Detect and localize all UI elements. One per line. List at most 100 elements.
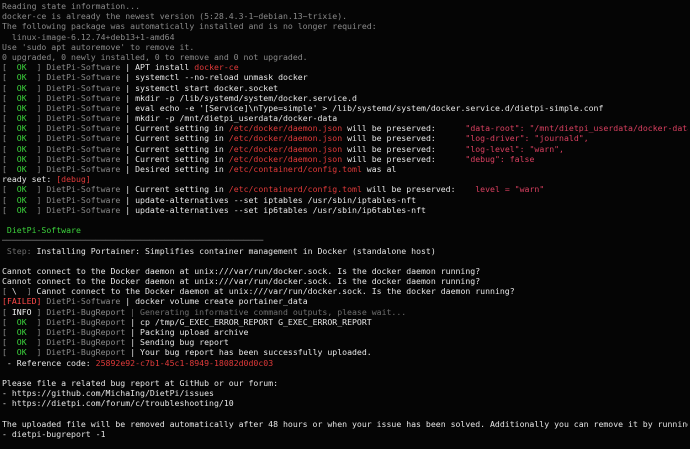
status-ok-badge: OK — [16, 72, 27, 83]
line-segment: | mkdir -p /mnt/dietpi_userdata/docker-d… — [125, 113, 338, 124]
line-segment: | Current setting in — [125, 153, 229, 164]
line-segment: level = "warn" — [475, 184, 545, 195]
line-segment: ] — [16, 286, 32, 297]
status-ok-badge: OK — [16, 347, 27, 358]
terminal-line: [ OK ] DietPi-Software | Current setting… — [2, 154, 688, 164]
line-segment: docker-ce is already the newest version … — [2, 11, 348, 22]
status-bracket: [ — [2, 337, 17, 348]
line-segment: | eval echo -e '[Service]\nType=simple' … — [125, 102, 604, 113]
line-segment: | update-alternatives --set ip6tables /u… — [125, 204, 426, 215]
line-segment: DietPi-Software — [41, 72, 126, 83]
status-bracket: [ — [2, 102, 17, 113]
status-bracket: ] — [26, 327, 42, 337]
status-bracket: ] — [26, 153, 42, 164]
terminal-line: [ OK ] DietPi-Software | mkdir -p /lib/s… — [2, 93, 688, 103]
line-segment: will be preserved: — [342, 123, 466, 134]
line-segment: DietPi-Software — [41, 123, 126, 134]
status-ok-badge: OK — [16, 113, 27, 124]
status-ok-badge: OK — [16, 194, 27, 205]
line-segment: "log-level": "warn", — [465, 143, 564, 154]
status-failed-badge: FAILED — [6, 296, 37, 307]
line-segment: | docker volume create portainer_data — [125, 296, 308, 307]
status-bracket: ] — [26, 184, 42, 195]
terminal-line: - dietpi-bugreport -1 — [2, 429, 688, 439]
terminal-line: [ OK ] DietPi-Software | APT install doc… — [2, 62, 688, 72]
terminal-line: DietPi-Software — [2, 225, 688, 235]
status-ok-badge: OK — [16, 337, 27, 348]
terminal-line: [FAILED] DietPi-Software | docker volume… — [2, 296, 688, 306]
terminal-line: [ OK ] DietPi-Software | Desired setting… — [2, 164, 688, 174]
line-segment: /etc/docker/daemon.json — [228, 143, 343, 154]
line-segment: | Current setting in — [125, 123, 229, 134]
terminal-line: 0 upgraded, 0 newly installed, 0 to remo… — [2, 52, 688, 62]
line-segment: /etc/docker/daemon.json — [228, 133, 343, 144]
line-segment: | Current setting in — [125, 143, 229, 154]
line-segment: DietPi-Software — [41, 133, 126, 144]
terminal-line: Cannot connect to the Docker daemon at u… — [2, 276, 688, 286]
terminal-line: Cannot connect to the Docker daemon at u… — [2, 266, 688, 276]
status-bracket: [ — [2, 113, 17, 124]
line-segment: Please file a related bug report at GitH… — [2, 377, 279, 388]
status-bracket: [ — [2, 123, 17, 134]
status-ok-badge: OK — [16, 164, 27, 174]
line-segment: | systemctl start docker.socket — [125, 82, 279, 93]
line-segment: /etc/docker/daemon.json — [228, 123, 343, 134]
terminal-line: [ OK ] DietPi-Software | Current setting… — [2, 184, 688, 194]
line-segment: Cannot connect to the Docker daemon at u… — [2, 276, 481, 287]
status-ok-badge: OK — [16, 123, 27, 134]
status-bracket: [ — [2, 133, 17, 144]
line-segment: DietPi-Software — [41, 113, 126, 124]
line-segment: 25892e92-c7b1-45c1-8949-18082d0d0c03 — [95, 357, 274, 368]
line-segment: DietPi-BugReport — [41, 347, 131, 358]
terminal-window[interactable]: Reading state information... docker-ce is… — [0, 0, 690, 449]
status-bracket: ] — [26, 72, 42, 83]
line-segment: DietPi-Software — [41, 296, 126, 307]
status-bracket: [ — [2, 327, 17, 337]
status-ok-badge: OK — [16, 133, 27, 144]
terminal-line: [ OK ] DietPi-Software | systemctl --no-… — [2, 72, 688, 82]
status-bracket: [ — [2, 184, 17, 195]
line-segment: | systemctl --no-reload unmask docker — [125, 72, 308, 83]
status-bracket: [ — [2, 316, 17, 327]
status-ok-badge: OK — [16, 102, 27, 113]
line-segment: - https://dietpi.com/forum/c/troubleshoo… — [2, 398, 234, 409]
line-segment: DietPi-BugReport — [41, 316, 131, 327]
terminal-line: [ \ ] Cannot connect to the Docker daemo… — [2, 286, 688, 296]
terminal-line: [ INFO ] DietPi-BugReport | Generating i… — [2, 307, 688, 317]
status-bracket: ] — [26, 133, 42, 144]
status-bracket: [ — [2, 153, 17, 164]
status-bracket: ] — [26, 316, 42, 327]
line-segment: was al — [361, 164, 397, 174]
line-segment: DietPi-Software — [41, 204, 126, 215]
line-segment: Installing Portainer: Simplifies contain… — [31, 245, 436, 256]
line-segment: DietPi-Software — [41, 92, 126, 103]
status-bracket: [ — [2, 92, 17, 103]
status-bracket: ] — [26, 204, 42, 215]
line-segment: Reading state information... — [2, 1, 141, 11]
line-segment: The uploaded file will be removed automa… — [2, 418, 688, 429]
status-bracket: ] — [26, 62, 42, 73]
status-ok-badge: OK — [16, 153, 27, 164]
line-segment: will be preserved: — [342, 133, 466, 144]
line-segment: DietPi-Software — [41, 194, 126, 205]
terminal-line: The uploaded file will be removed automa… — [2, 419, 688, 429]
line-segment: "debug": false — [465, 153, 535, 164]
terminal-line: [ OK ] DietPi-BugReport | Your bug repor… — [2, 347, 688, 357]
line-segment: Use 'sudo apt autoremove' to remove it. — [2, 41, 195, 52]
line-segment: Step: — [2, 245, 32, 256]
status-bracket: [ — [2, 347, 17, 358]
line-segment: - dietpi-bugreport -1 — [2, 428, 106, 439]
line-segment: linux-image-6.12.74+deb13+1-amd64 — [2, 31, 175, 42]
status-bracket: [ — [2, 164, 17, 174]
line-segment: - Reference code: — [2, 357, 96, 368]
terminal-line: [ OK ] DietPi-BugReport | cp /tmp/G_EXEC… — [2, 317, 688, 327]
line-segment: ready set: — [2, 174, 57, 185]
line-segment: /etc/containerd/config.toml — [228, 184, 362, 195]
status-bracket: ] — [26, 92, 42, 103]
terminal-line: [ OK ] DietPi-Software | update-alternat… — [2, 195, 688, 205]
status-ok-badge: OK — [16, 82, 27, 93]
terminal-line: ready set: [debug] — [2, 174, 688, 184]
terminal-line: The following package was automatically … — [2, 21, 688, 31]
